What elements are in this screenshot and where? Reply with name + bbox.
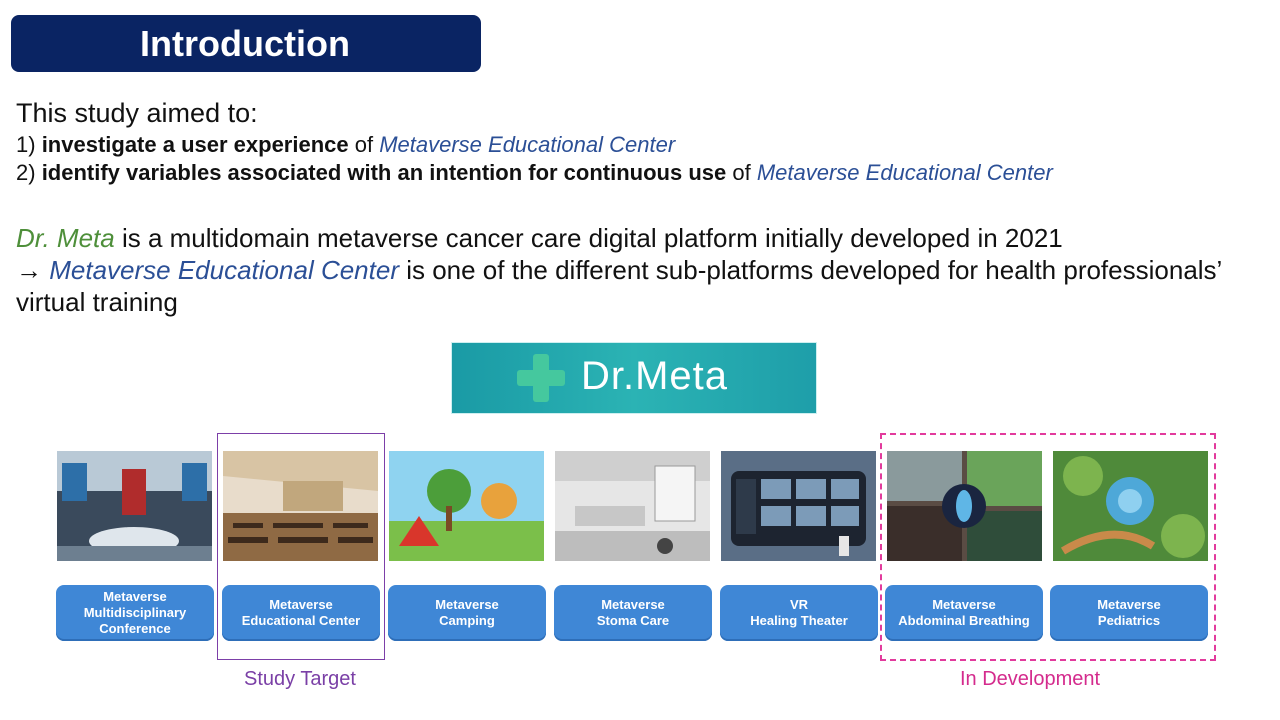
- platform-camping[interactable]: Metaverse Camping: [388, 585, 546, 641]
- brand-name: Dr. Meta: [16, 223, 115, 253]
- arrow-icon: →: [16, 255, 50, 285]
- platform-description: Dr. Meta is a multidomain metaverse canc…: [16, 222, 1256, 318]
- page-title: Introduction: [140, 23, 350, 64]
- platform-stoma-care[interactable]: Metaverse Stoma Care: [554, 585, 712, 641]
- aim-item-2-platform: Metaverse Educational Center: [756, 160, 1053, 185]
- platform-healing-theater[interactable]: VR Healing Theater: [720, 585, 878, 641]
- study-target-label: Study Target: [244, 668, 356, 690]
- sub-platform-name: Metaverse Educational Center: [49, 255, 399, 285]
- thumbnail-camping: [389, 451, 544, 561]
- thumbnail-stoma-care: [555, 451, 710, 561]
- aim-item-2: 2) identify variables associated with an…: [16, 160, 1053, 186]
- in-development-label: In Development: [960, 668, 1101, 690]
- medical-cross-icon: [517, 354, 565, 402]
- title-banner: Introduction: [11, 15, 481, 72]
- dr-meta-logo: Dr.Meta: [451, 342, 817, 414]
- aim-item-1-platform: Metaverse Educational Center: [379, 132, 676, 157]
- platform-multidisciplinary-conference[interactable]: Metaverse Multidisciplinary Conference: [56, 585, 214, 641]
- aim-item-2-bold: identify variables associated with an in…: [41, 160, 727, 185]
- thumbnail-multidisciplinary-conference: [57, 451, 212, 561]
- aim-item-1: 1) investigate a user experience of Meta…: [16, 132, 675, 158]
- aim-item-1-bold: investigate a user experience: [41, 132, 349, 157]
- aim-item-1-connector: of: [348, 132, 380, 157]
- aim-item-2-connector: of: [726, 160, 757, 185]
- thumbnail-healing-theater: [721, 451, 876, 561]
- aim-item-2-number: 2): [16, 160, 42, 185]
- in-development-frame: [880, 433, 1216, 661]
- study-target-frame: [217, 433, 385, 660]
- logo-text: Dr.Meta: [581, 354, 729, 398]
- intro-lead: This study aimed to:: [16, 98, 258, 128]
- aim-item-1-number: 1): [16, 132, 42, 157]
- description-line1: is a multidomain metaverse cancer care d…: [114, 223, 1063, 253]
